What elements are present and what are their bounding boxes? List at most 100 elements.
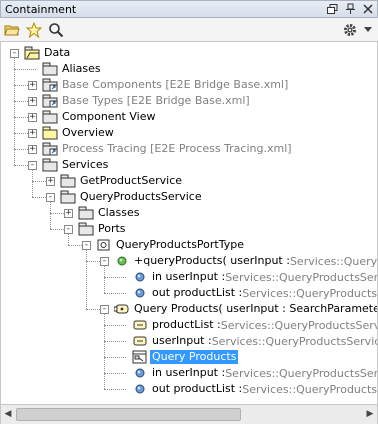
tree-item-type: Services::QueryProductsService::Q xyxy=(211,334,377,348)
tree-item-type: Services::QueryProductsServic xyxy=(225,270,378,284)
package-icon xyxy=(42,62,58,76)
tree-item-label: Services xyxy=(62,158,109,171)
tree-item-label: Aliases xyxy=(62,62,101,75)
tree-connector xyxy=(104,277,126,278)
collapse-toggle-icon[interactable]: - xyxy=(100,257,109,266)
expand-toggle-icon[interactable]: + xyxy=(28,129,37,138)
tree-item-label: +queryProducts( userInput : xyxy=(134,254,290,267)
package-link-icon xyxy=(42,78,58,92)
tree-connector xyxy=(14,69,36,70)
tree-item[interactable]: Services xyxy=(42,157,108,173)
expand-toggle-icon[interactable]: + xyxy=(28,145,37,154)
dropdown-arrow-icon[interactable] xyxy=(362,20,374,40)
tree-connector xyxy=(104,293,126,294)
tree-item-label: Base Types [E2E Bridge Base.xml] xyxy=(62,94,250,107)
tree-item-label: Data xyxy=(44,46,71,59)
diagram-icon xyxy=(132,350,148,364)
package-icon xyxy=(60,174,76,188)
collapse-toggle-icon[interactable]: - xyxy=(28,161,37,170)
tree-item-label: Ports xyxy=(98,222,126,235)
tree-item-label: Overview xyxy=(62,126,114,139)
tree-item-label: out productList : xyxy=(152,286,243,299)
gear-icon[interactable] xyxy=(340,20,360,40)
expand-toggle-icon[interactable]: + xyxy=(28,113,37,122)
collapse-toggle-icon[interactable]: - xyxy=(10,49,19,58)
pin-icon[interactable] xyxy=(341,1,359,17)
tree-item[interactable]: +queryProducts( userInput : Services::Qu… xyxy=(114,253,378,269)
package-link-icon xyxy=(42,94,58,108)
tree-connector xyxy=(68,233,69,245)
tree-item-label: in userInput : xyxy=(152,270,226,283)
scroll-left-icon[interactable]: ◀ xyxy=(2,408,14,421)
collapse-toggle-icon[interactable]: - xyxy=(64,225,73,234)
search-icon[interactable] xyxy=(46,20,66,40)
tree-item-label: Component View xyxy=(62,110,156,123)
tree-item[interactable]: out productList : Services::QueryProduct… xyxy=(132,381,377,397)
collapse-toggle-icon[interactable]: - xyxy=(82,241,91,250)
scroll-thumb[interactable] xyxy=(16,408,241,421)
tree-item[interactable]: GetProductService xyxy=(60,173,182,189)
tree-item[interactable]: productList : Services::QueryProductsSer… xyxy=(132,317,377,333)
tree-item[interactable]: Ports xyxy=(78,221,126,237)
tree-item-label: GetProductService xyxy=(80,174,183,187)
pin-param-icon xyxy=(132,318,148,332)
tree-item[interactable]: Classes xyxy=(78,205,139,221)
tree-item-label: out productList : xyxy=(152,382,243,395)
expand-toggle-icon[interactable]: + xyxy=(28,97,37,106)
containment-tree[interactable]: - Data Aliases + Base Components [E2E Bridge… xyxy=(0,42,378,404)
tree-item-label: Query Products xyxy=(150,350,239,364)
package-icon xyxy=(78,222,94,236)
tree-item-label: Classes xyxy=(98,206,140,219)
expand-toggle-icon[interactable]: + xyxy=(28,81,37,90)
restore-icon[interactable] xyxy=(323,1,341,17)
tree-item[interactable]: Base Types [E2E Bridge Base.xml] xyxy=(42,93,250,109)
scroll-right-icon[interactable]: ▶ xyxy=(364,408,376,421)
tree-item[interactable]: Query Products( userInput : SearchParame… xyxy=(113,301,377,317)
tree-item-label: Process Tracing [E2E Process Tracing.xml… xyxy=(62,142,292,155)
package-link-icon xyxy=(42,142,58,156)
tree-item-type: Services::QueryProductsService:: xyxy=(220,318,377,332)
tree-item-label: in userInput : xyxy=(152,366,226,379)
tree-item-label: userInput : xyxy=(152,334,212,347)
tree-connector xyxy=(50,201,51,229)
horizontal-scrollbar[interactable]: ◀ ▶ xyxy=(0,404,378,424)
tree-item[interactable]: Component View xyxy=(42,109,155,125)
tree-item[interactable]: QueryProductsPortType xyxy=(96,237,244,253)
panel-titlebar: Containment xyxy=(0,0,378,18)
tree-item[interactable]: Process Tracing [E2E Process Tracing.xml… xyxy=(42,141,292,157)
expand-toggle-icon[interactable]: + xyxy=(64,209,73,218)
tree-item[interactable]: in userInput : Services::QueryProductsSe… xyxy=(132,269,378,285)
tree-item[interactable]: QueryProductsService xyxy=(60,189,202,205)
package-icon xyxy=(42,158,58,172)
tree-item-label: productList : xyxy=(152,318,221,331)
tree-item[interactable]: Overview xyxy=(42,125,114,141)
tree-item[interactable]: out productList : Services::QueryProduct… xyxy=(132,285,377,301)
tree-item[interactable]: Base Components [E2E Bridge Base.xml] xyxy=(42,77,288,93)
tree-item-type: Services::QueryProd xyxy=(289,254,378,268)
expand-toggle-icon[interactable]: + xyxy=(46,177,55,186)
tree-item[interactable]: Data xyxy=(24,45,70,61)
tree-item-type: Services::QueryProductsServ xyxy=(242,286,377,300)
tree-connector xyxy=(32,169,33,197)
tree-item[interactable]: Aliases xyxy=(42,61,101,77)
close-icon[interactable] xyxy=(359,1,377,17)
tree-connector xyxy=(104,341,126,342)
tree-item[interactable]: Query Products xyxy=(132,349,239,365)
pin-param-icon xyxy=(132,334,148,348)
star-icon[interactable] xyxy=(24,20,44,40)
package-icon xyxy=(60,190,76,204)
panel-title: Containment xyxy=(5,2,77,16)
tree-connector xyxy=(86,249,87,309)
open-folder-icon[interactable] xyxy=(2,20,22,40)
tree-item-type: Services::QueryProductsServ xyxy=(242,382,377,396)
folder-icon xyxy=(42,126,58,140)
tree-item-type: Services::QueryProductsServic xyxy=(225,366,378,380)
tree-item[interactable]: in userInput : Services::QueryProductsSe… xyxy=(132,365,378,381)
tree-item[interactable]: userInput : Services::QueryProductsServi… xyxy=(132,333,377,349)
tree-connector xyxy=(104,373,126,374)
tree-connector xyxy=(104,357,126,358)
collapse-toggle-icon[interactable]: - xyxy=(100,305,109,314)
operation-icon xyxy=(114,254,130,268)
collapse-toggle-icon[interactable]: - xyxy=(46,193,55,202)
tree-item-label: QueryProductsPortType xyxy=(116,238,244,251)
